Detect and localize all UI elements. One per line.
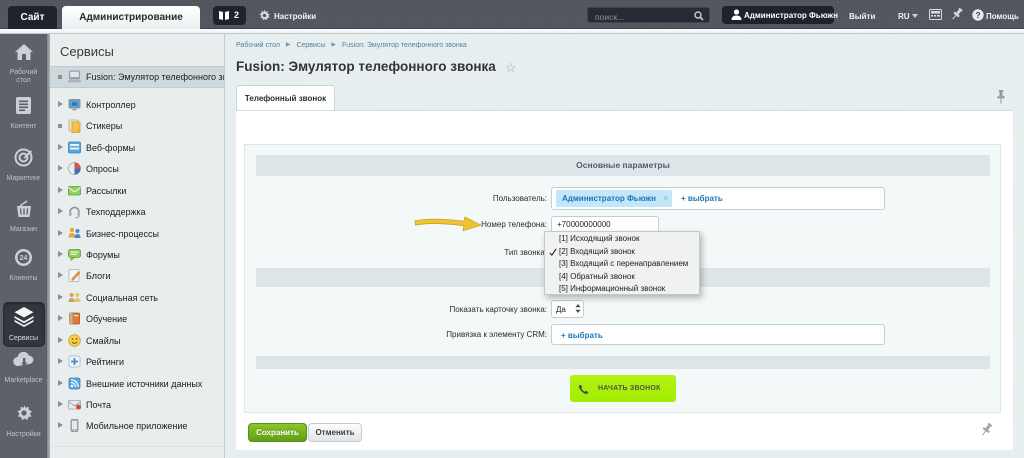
svg-text:?: ? [975, 10, 980, 20]
svg-text:24: 24 [20, 255, 28, 262]
